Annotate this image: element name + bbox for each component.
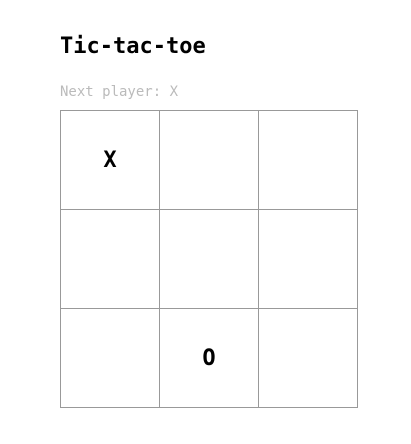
- board-cell[interactable]: X: [61, 111, 160, 210]
- board-cell[interactable]: O: [160, 309, 259, 408]
- game-board: X O: [60, 110, 358, 408]
- board-cell[interactable]: [160, 210, 259, 309]
- page-title: Tic-tac-toe: [60, 34, 206, 59]
- board-cell[interactable]: [61, 309, 160, 408]
- board-cell[interactable]: [259, 309, 358, 408]
- board-cell[interactable]: [160, 111, 259, 210]
- board-cell[interactable]: [259, 111, 358, 210]
- status-text: Next player: X: [60, 84, 179, 100]
- board-cell[interactable]: [61, 210, 160, 309]
- board-cell[interactable]: [259, 210, 358, 309]
